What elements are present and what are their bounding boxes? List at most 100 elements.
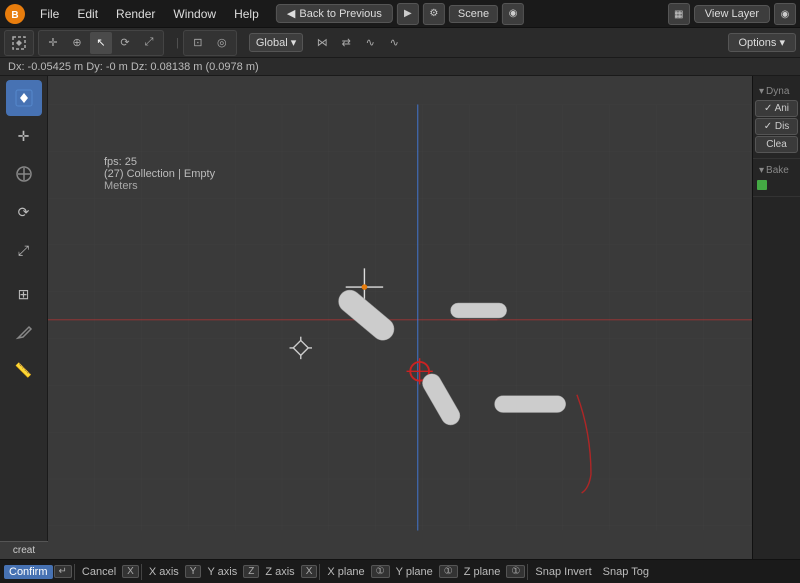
dyna-section: ▾ Dyna ✓ Ani ✓ Dis Clea xyxy=(753,80,800,159)
view-layer-group: ▦ View Layer ◉ xyxy=(668,3,796,25)
sep-2 xyxy=(141,564,142,580)
cancel-key-hint: X xyxy=(122,565,139,578)
x-axis-label: X axis xyxy=(149,566,179,578)
mirror-btn[interactable]: ⇄ xyxy=(335,32,357,54)
sidebar-move-icon[interactable] xyxy=(6,156,42,192)
view-layer-button[interactable]: View Layer xyxy=(694,5,770,23)
sep-1 xyxy=(74,564,75,580)
collection-display: (27) Collection | Empty xyxy=(104,168,215,180)
select-box-tool[interactable] xyxy=(8,32,30,54)
cancel-label: Cancel xyxy=(82,566,116,578)
y-plane-label: Y plane xyxy=(396,566,433,578)
options-button[interactable]: Options ▾ xyxy=(728,33,797,52)
x-axis-button[interactable]: X axis xyxy=(144,565,184,579)
toolbar-row: ✛ ⊕ ↖ ⟳ ⤢ | ⊡ ◎ Global ▾ ⋈ ⇄ ∿ ∿ Options… xyxy=(0,28,800,58)
menu-render[interactable]: Render xyxy=(108,5,163,23)
view-layer-extra-icon: ◉ xyxy=(781,9,790,20)
x-axis-key-hint: Y xyxy=(185,565,202,578)
bake-section: ▾ Bake xyxy=(753,159,800,197)
z-plane-key-hint: ① xyxy=(506,565,525,578)
y-plane-key-hint: ① xyxy=(439,565,458,578)
view-layer-label: View Layer xyxy=(705,8,759,20)
top-center-controls: ◀ Back to Previous ▶ ⚙ Scene ◉ xyxy=(276,3,524,25)
view-layer-extra-btn[interactable]: ◉ xyxy=(774,3,796,25)
confirm-button[interactable]: Confirm xyxy=(4,565,53,579)
confirm-label: Confirm xyxy=(9,566,48,578)
scene-selector[interactable]: Scene xyxy=(449,5,498,23)
misc-icon-1: ⚙ xyxy=(429,8,438,19)
play-icon: ▶ xyxy=(404,8,412,19)
sidebar-scale-icon[interactable]: ⤢ xyxy=(6,232,42,268)
creat-button[interactable]: creat xyxy=(0,541,48,559)
svg-text:B: B xyxy=(11,10,18,21)
y-axis-label: Y axis xyxy=(207,566,237,578)
pivot-btn[interactable]: ⊡ xyxy=(187,32,209,54)
proportional-edit-btn[interactable]: ∿ xyxy=(359,32,381,54)
z-axis-key-hint: X xyxy=(301,565,318,578)
blender-logo-icon: B xyxy=(4,3,26,25)
proportional-btn[interactable]: ◎ xyxy=(211,32,233,54)
status-text: Dx: -0.05425 m Dy: -0 m Dz: 0.08138 m (0… xyxy=(8,61,259,73)
options-label: Options ▾ xyxy=(739,37,786,49)
dis-button[interactable]: ✓ Dis xyxy=(755,118,798,135)
snap-invert-label: Snap Invert xyxy=(535,566,591,578)
z-plane-label: Z plane xyxy=(464,566,501,578)
dis-check: ✓ xyxy=(764,121,772,132)
play-button[interactable]: ▶ xyxy=(397,3,419,25)
sidebar-measure-icon[interactable]: 📏 xyxy=(6,352,42,388)
top-menu-bar: B File Edit Render Window Help ◀ Back to… xyxy=(0,0,800,28)
sidebar-rotate-icon[interactable]: ⟳ xyxy=(6,194,42,230)
menu-help[interactable]: Help xyxy=(226,5,267,23)
sidebar-cursor-icon[interactable]: ✛ xyxy=(6,118,42,154)
clea-button[interactable]: Clea xyxy=(755,136,798,153)
bake-arrow: ▾ xyxy=(759,165,764,176)
transform-tool[interactable]: ⟳ xyxy=(114,32,136,54)
misc-button-1[interactable]: ⚙ xyxy=(423,3,445,25)
select-box-icon xyxy=(12,36,26,50)
move-tool[interactable]: ⊕ xyxy=(66,32,88,54)
back-arrow-icon: ◀ xyxy=(287,7,295,20)
falloff-btn[interactable]: ∿ xyxy=(383,32,405,54)
mode-tools: ✛ ⊕ ↖ ⟳ ⤢ xyxy=(38,30,164,56)
transform-selector[interactable]: Global ▾ xyxy=(249,33,303,52)
main-area: ✛ ⟳ ⤢ ⊞ 📏 fps: 25 (27) Collection | Empt… xyxy=(0,76,800,559)
sidebar-transform-icon[interactable]: ⊞ xyxy=(6,276,42,312)
cancel-button[interactable]: Cancel xyxy=(77,565,121,579)
y-axis-button[interactable]: Y axis xyxy=(202,565,242,579)
snap-invert-button[interactable]: Snap Invert xyxy=(530,565,596,579)
confirm-key-hint: ↵ xyxy=(54,565,72,578)
z-axis-label: Z axis xyxy=(265,566,294,578)
view-layer-icon-btn[interactable]: ▦ xyxy=(668,3,690,25)
scene-icon: ◉ xyxy=(509,8,518,19)
sep-3 xyxy=(319,564,320,580)
viewport-canvas xyxy=(48,76,752,559)
transform-label: Global ▾ xyxy=(256,37,296,49)
snap-tog-button[interactable]: Snap Tog xyxy=(598,565,654,579)
bottom-bar: Confirm ↵ Cancel X X axis Y Y axis Z Z a… xyxy=(0,559,800,583)
menu-file[interactable]: File xyxy=(32,5,67,23)
snap-group: ⋈ ⇄ ∿ ∿ xyxy=(311,32,405,54)
menu-window[interactable]: Window xyxy=(165,5,224,23)
units-display: Meters xyxy=(104,180,215,192)
ani-label: Ani xyxy=(775,103,789,114)
viewport[interactable]: fps: 25 (27) Collection | Empty Meters xyxy=(48,76,752,559)
ani-button[interactable]: ✓ Ani xyxy=(755,100,798,117)
select-tool[interactable]: ↖ xyxy=(90,32,112,54)
dis-label: Dis xyxy=(775,121,789,132)
back-to-previous-button[interactable]: ◀ Back to Previous xyxy=(276,4,393,23)
sidebar-annotate-icon[interactable] xyxy=(6,314,42,350)
y-plane-button[interactable]: Y plane xyxy=(391,565,438,579)
scale-tool[interactable]: ⤢ xyxy=(138,32,160,54)
cursor-tool[interactable]: ✛ xyxy=(42,32,64,54)
z-axis-button[interactable]: Z axis xyxy=(260,565,299,579)
menu-edit[interactable]: Edit xyxy=(69,5,106,23)
pivot-tools: ⊡ ◎ xyxy=(183,30,237,56)
back-btn-label: Back to Previous xyxy=(299,8,382,20)
x-plane-button[interactable]: X plane xyxy=(322,565,369,579)
z-plane-button[interactable]: Z plane xyxy=(459,565,506,579)
scene-icon-btn[interactable]: ◉ xyxy=(502,3,524,25)
sidebar-select-icon[interactable] xyxy=(6,80,42,116)
snap-btn[interactable]: ⋈ xyxy=(311,32,333,54)
view-layer-icon: ▦ xyxy=(674,9,683,20)
fps-display: fps: 25 xyxy=(104,156,215,168)
